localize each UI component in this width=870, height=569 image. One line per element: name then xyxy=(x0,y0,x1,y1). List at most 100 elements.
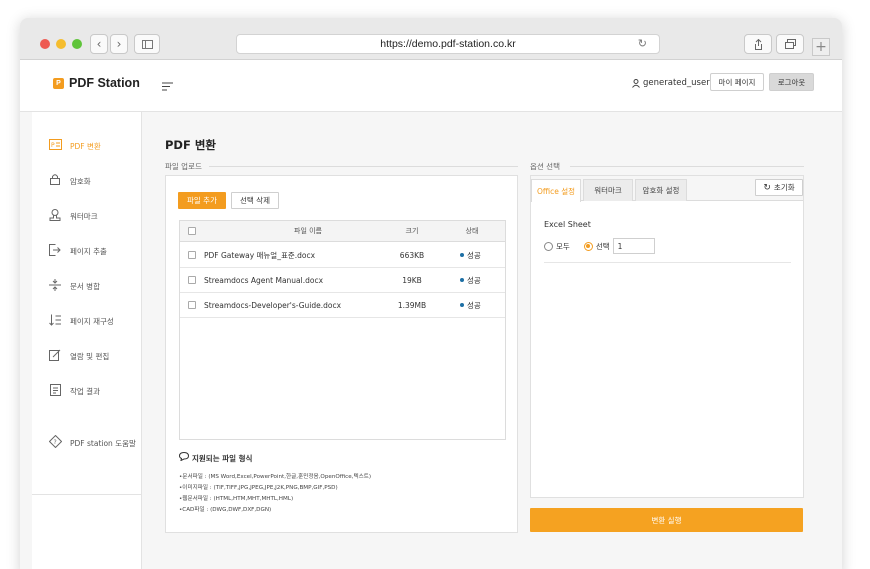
options-divider xyxy=(544,262,791,263)
format-line: •문서파일 : (MS Word,Excel,PowerPoint,한글,훈민정… xyxy=(179,474,372,480)
sidebar-icon xyxy=(141,39,153,49)
sidebar-item-results[interactable]: 작업 결과 xyxy=(48,384,100,399)
radio-select[interactable] xyxy=(583,241,593,251)
row-checkbox[interactable] xyxy=(188,276,196,284)
browser-toolbar: ‹ › https://demo.pdf-station.co.kr ↻ + xyxy=(20,18,842,60)
reload-icon[interactable]: ↻ xyxy=(638,37,647,50)
page-extract-icon xyxy=(48,244,62,259)
file-name: PDF Gateway 매뉴얼_표준.docx xyxy=(204,250,316,260)
sidebar-item-merge[interactable]: 문서 병합 xyxy=(48,279,100,294)
sidebar-item-reorder[interactable]: 페이지 재구성 xyxy=(48,314,114,329)
status-text: 성공 xyxy=(467,275,481,285)
result-icon xyxy=(48,384,62,399)
status-dot-icon xyxy=(460,278,464,282)
sidebar-divider xyxy=(32,494,142,495)
file-size: 663KB xyxy=(399,250,425,260)
speech-bubble-icon xyxy=(178,451,190,464)
select-all-checkbox[interactable] xyxy=(188,227,196,235)
share-button[interactable] xyxy=(744,34,772,54)
options-panel: Office 설정 워터마크 암호화 설정 ↻ 초기화 Excel Sheet … xyxy=(530,175,804,498)
file-size: 19KB xyxy=(402,275,422,285)
status-text: 성공 xyxy=(467,300,481,310)
sidebar-item-view-edit[interactable]: 열람 및 편집 xyxy=(48,349,109,364)
add-file-button[interactable]: 파일 추가 xyxy=(178,192,226,209)
format-line: •이미지파일 : (TIF,TIFF,JPG,JPEG,JPE,J2K,PNG,… xyxy=(179,485,338,491)
tab-encryption-settings[interactable]: 암호화 설정 xyxy=(635,179,687,201)
sidebar-item-label: PDF 변환 xyxy=(70,141,101,151)
sidebar-item-label: 페이지 추출 xyxy=(70,247,107,256)
row-checkbox[interactable] xyxy=(188,301,196,309)
my-page-button[interactable]: 마이 페이지 xyxy=(710,73,764,91)
refresh-icon: ↻ xyxy=(763,182,771,193)
row-checkbox[interactable] xyxy=(188,251,196,259)
logout-button[interactable]: 로그아웃 xyxy=(769,73,814,91)
svg-text:P: P xyxy=(51,142,55,149)
url-text: https://demo.pdf-station.co.kr xyxy=(380,38,516,50)
sidebar-item-help[interactable]: ? PDF station 도움말 xyxy=(48,434,136,451)
username: generated_user xyxy=(643,78,710,88)
table-row[interactable]: Streamdocs-Developer's-Guide.docx 1.39MB… xyxy=(180,293,505,318)
file-name: Streamdocs-Developer's-Guide.docx xyxy=(204,300,342,310)
file-status: 성공 xyxy=(460,243,481,267)
format-line: •CAD파일 : (DWG,DWF,DXF,DGN) xyxy=(179,507,272,513)
file-table: 파일 이름 크기 상태 PDF Gateway 매뉴얼_표준.docx 663K… xyxy=(179,220,506,440)
sidebar-item-label: 작업 결과 xyxy=(70,387,100,396)
address-bar[interactable]: https://demo.pdf-station.co.kr ↻ xyxy=(236,34,660,54)
sidebar-item-page-extract[interactable]: 페이지 추출 xyxy=(48,244,107,259)
watermark-icon xyxy=(48,209,62,224)
sidebar-item-pdf-convert[interactable]: P PDF 변환 xyxy=(48,139,101,153)
edit-icon xyxy=(48,349,62,364)
column-header-status: 상태 xyxy=(465,227,479,235)
table-row[interactable]: Streamdocs Agent Manual.docx 19KB 성공 xyxy=(180,268,505,293)
minimize-window-button[interactable] xyxy=(56,39,66,49)
svg-text:?: ? xyxy=(53,439,56,446)
radio-select-label: 선택 xyxy=(595,241,610,251)
logo-text: PDF Station xyxy=(69,76,140,90)
tabs-button[interactable] xyxy=(776,34,804,54)
new-tab-button[interactable]: + xyxy=(812,38,830,56)
reorder-icon xyxy=(48,314,62,329)
options-tabs: Office 설정 워터마크 암호화 설정 ↻ 초기화 xyxy=(531,176,803,202)
sidebar-toggle-button[interactable] xyxy=(134,34,160,54)
logo[interactable]: P PDF Station xyxy=(53,76,140,90)
user-icon xyxy=(632,78,640,88)
plus-icon: + xyxy=(815,39,827,55)
supported-formats-text: 지원되는 파일 형식 xyxy=(192,453,253,463)
chevron-right-icon: › xyxy=(116,37,122,51)
table-row[interactable]: PDF Gateway 매뉴얼_표준.docx 663KB 성공 xyxy=(180,243,505,268)
page-title: PDF 변환 xyxy=(165,138,216,152)
menu-toggle-icon[interactable] xyxy=(162,80,173,94)
reset-button[interactable]: ↻ 초기화 xyxy=(755,179,803,196)
sheet-number-input[interactable] xyxy=(612,238,655,254)
forward-button[interactable]: › xyxy=(110,34,128,54)
app-header: P PDF Station generated_user 마이 페이지 로그아웃 xyxy=(20,60,842,112)
radio-all[interactable] xyxy=(544,241,553,251)
merge-icon xyxy=(48,279,62,294)
maximize-window-button[interactable] xyxy=(72,39,82,49)
file-size: 1.39MB xyxy=(397,300,427,310)
radio-all-label: 모두 xyxy=(556,241,570,251)
sidebar-item-label: 문서 병합 xyxy=(70,282,100,291)
back-button[interactable]: ‹ xyxy=(90,34,108,54)
status-dot-icon xyxy=(460,253,464,257)
close-window-button[interactable] xyxy=(40,39,50,49)
sidebar-item-label: 워터마크 xyxy=(70,212,98,221)
tabs-icon xyxy=(784,39,796,49)
excel-sheet-title: Excel Sheet xyxy=(544,220,591,229)
help-icon: ? xyxy=(48,434,62,451)
sidebar-item-watermark[interactable]: 워터마크 xyxy=(48,209,98,224)
sidebar-item-encrypt[interactable]: 암호화 xyxy=(48,174,91,188)
convert-button[interactable]: 변환 실행 xyxy=(530,508,803,532)
tab-watermark[interactable]: 워터마크 xyxy=(583,179,633,201)
upload-section-line xyxy=(209,166,518,167)
column-header-name: 파일 이름 xyxy=(294,227,322,235)
sheet-radio-group: 모두 선택 xyxy=(544,238,655,254)
file-name: Streamdocs Agent Manual.docx xyxy=(204,275,324,285)
tab-office-settings[interactable]: Office 설정 xyxy=(531,179,581,202)
status-dot-icon xyxy=(460,303,464,307)
chevron-left-icon: ‹ xyxy=(96,37,102,51)
status-text: 성공 xyxy=(467,250,481,260)
format-line: •웹문서파일 : (HTML,HTM,MHT,MHTL,HML) xyxy=(179,496,294,502)
pdf-logo-icon: P xyxy=(53,77,64,89)
delete-selected-button[interactable]: 선택 삭제 xyxy=(231,192,279,209)
